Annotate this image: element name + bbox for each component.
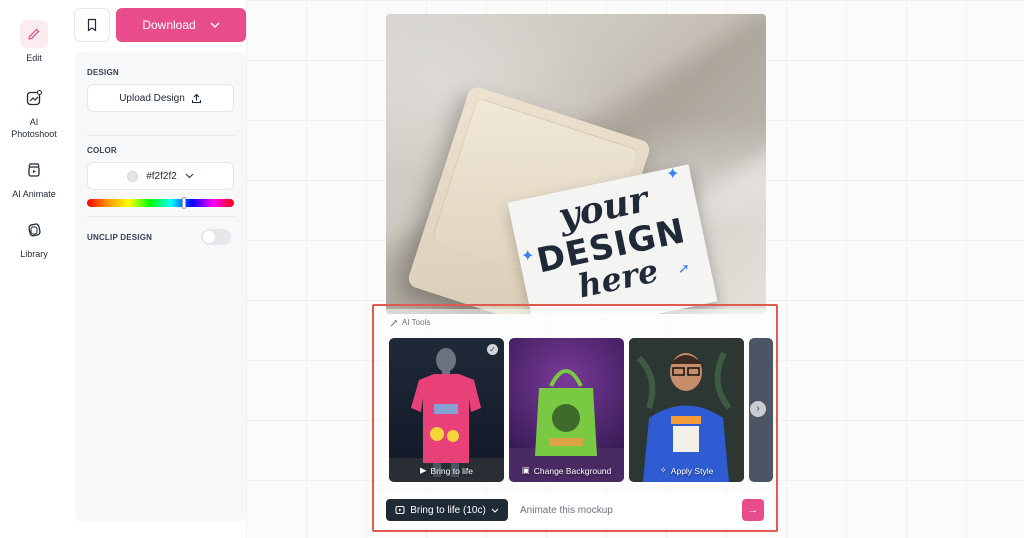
rail-label: AI Photoshoot [0, 116, 68, 140]
bookmark-icon [87, 18, 97, 32]
highlight-frame [372, 304, 778, 532]
hue-slider[interactable] [87, 197, 234, 209]
upload-design-button[interactable]: Upload Design [87, 84, 234, 112]
rail-label: Edit [26, 53, 42, 63]
rail-label: Library [20, 249, 48, 259]
left-rail: Edit AI Photoshoot AI Animate Library [0, 0, 68, 538]
upload-label: Upload Design [119, 92, 185, 104]
clapper-icon [20, 156, 48, 184]
toggle-knob [203, 231, 215, 243]
settings-panel: DESIGN Upload Design COLOR #f2f2f2 UNCLI… [75, 52, 246, 522]
hue-slider-thumb[interactable] [182, 197, 186, 209]
bookmark-button[interactable] [74, 8, 110, 42]
pencil-icon [20, 20, 48, 48]
rail-item-edit[interactable]: Edit [0, 20, 68, 64]
upload-icon [191, 93, 201, 103]
divider [87, 216, 234, 217]
rail-label: AI Animate [12, 189, 56, 199]
design-section-title: DESIGN [87, 68, 119, 77]
download-label: Download [142, 18, 196, 32]
rail-item-ai-animate[interactable]: AI Animate [0, 156, 68, 200]
mockup-preview: your DESIGN here ✦ ✦ ➚ [386, 14, 766, 314]
color-section-title: COLOR [87, 146, 117, 155]
unclip-design-label: UNCLIP DESIGN [87, 233, 153, 242]
rail-label-text: AI Photoshoot [11, 117, 57, 139]
ai-photo-icon [20, 84, 48, 112]
download-button[interactable]: Download [116, 8, 246, 42]
chevron-down-icon [210, 22, 220, 28]
color-value: #f2f2f2 [146, 170, 177, 182]
rail-item-library[interactable]: Library [0, 216, 68, 260]
rail-item-ai-photoshoot[interactable]: AI Photoshoot [0, 84, 68, 140]
sparkle-icon: ✦ [666, 166, 680, 183]
library-icon [20, 216, 48, 244]
chevron-down-icon [185, 173, 194, 179]
unclip-design-toggle[interactable] [201, 229, 231, 245]
divider [87, 135, 234, 136]
color-swatch [127, 170, 139, 182]
color-select[interactable]: #f2f2f2 [87, 162, 234, 190]
arrow-up-icon: ➚ [678, 260, 690, 276]
sparkle-icon: ✦ [521, 248, 535, 265]
